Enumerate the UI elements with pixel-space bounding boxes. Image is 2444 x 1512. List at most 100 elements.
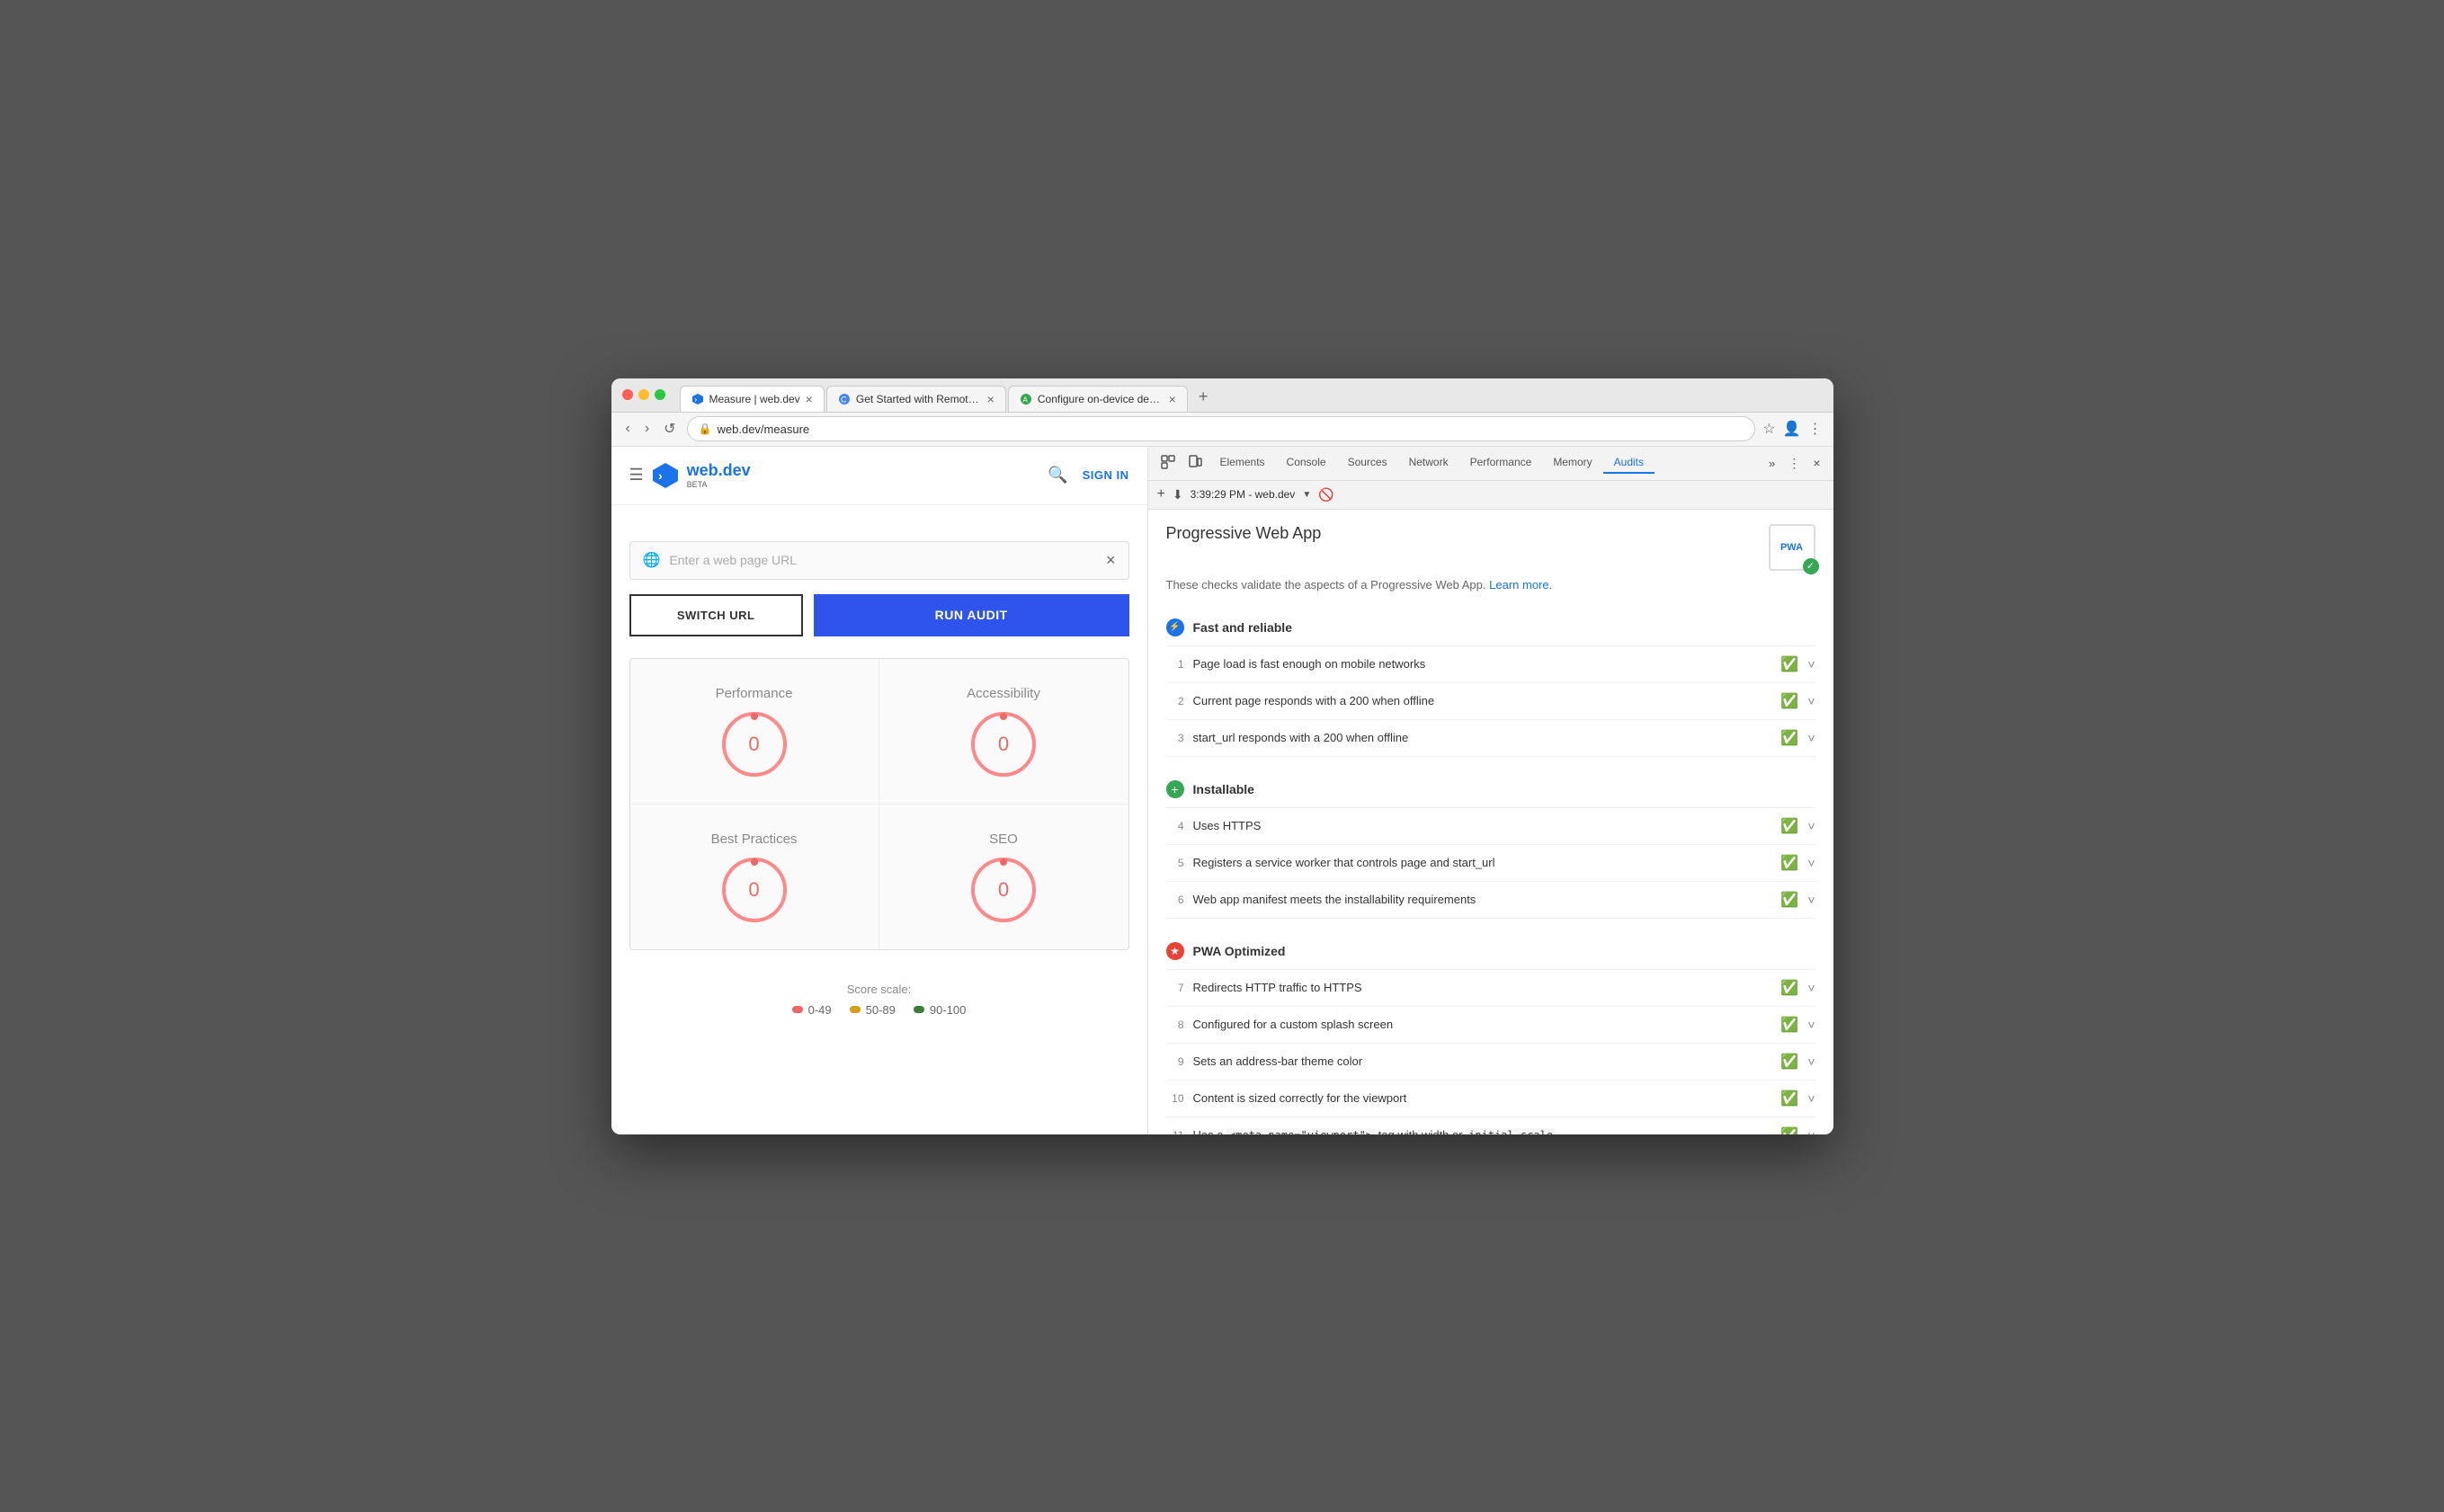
devtools-panel: Elements Console Sources Network Perform… [1148, 447, 1833, 1134]
devtools-stop-button[interactable]: 🚫 [1318, 487, 1333, 503]
tab-memory[interactable]: Memory [1542, 452, 1602, 474]
tab-audits[interactable]: Audits [1603, 452, 1655, 474]
title-bar: › Measure | web.dev × C Get Started with… [611, 378, 1833, 413]
score-dot-performance [751, 713, 758, 720]
audit-num-11: 11 [1166, 1129, 1184, 1134]
score-scale: Score scale: 0-49 50-89 90-100 [629, 968, 1129, 1031]
run-audit-button[interactable]: RUN AUDIT [814, 594, 1129, 636]
search-button[interactable]: 🔍 [1048, 466, 1067, 485]
devtools-download-button[interactable]: ⬇ [1173, 487, 1183, 503]
devtools-close-button[interactable]: × [1807, 452, 1825, 475]
tab-favicon-2: C [838, 393, 851, 405]
devtools-timestamp-dropdown[interactable]: ▼ [1302, 490, 1311, 500]
sign-in-button[interactable]: SIGN IN [1083, 468, 1129, 482]
account-icon[interactable]: 👤 [1783, 420, 1801, 438]
scale-dot-yellow [850, 1006, 861, 1013]
svg-text:›: › [694, 396, 697, 404]
audit-section-header-pwa: ★ PWA Optimized [1166, 933, 1815, 970]
audit-check-11: ✅ [1780, 1126, 1798, 1134]
audit-item-4: 4 Uses HTTPS ✅ ˅ [1166, 808, 1815, 845]
audit-section-fast: ⚡ Fast and reliable 1 Page load is fast … [1166, 609, 1815, 757]
audit-text-7: Redirects HTTP traffic to HTTPS [1193, 981, 1772, 994]
tab-sources[interactable]: Sources [1337, 452, 1398, 474]
audit-check-7: ✅ [1780, 979, 1798, 997]
bookmark-icon[interactable]: ☆ [1762, 420, 1775, 438]
audits-content: Progressive Web App PWA ✓ These checks v… [1148, 510, 1833, 1134]
tab-console[interactable]: Console [1276, 452, 1337, 474]
webdev-logo-icon: › [651, 461, 680, 490]
audit-section-installable: + Installable 4 Uses HTTPS ✅ ˅ 5 Registe… [1166, 771, 1815, 919]
score-circle-best-practices: 0 [722, 858, 787, 922]
score-label-seo: SEO [989, 832, 1018, 847]
audit-check-6: ✅ [1780, 891, 1798, 909]
audit-chevron-10[interactable]: ˅ [1807, 1091, 1815, 1106]
audit-item-11: 11 Has a <meta name="viewport"> tag with… [1166, 1117, 1815, 1134]
audit-chevron-11[interactable]: ˅ [1807, 1128, 1815, 1134]
audit-chevron-3[interactable]: ˅ [1807, 731, 1815, 745]
audit-item-6: 6 Web app manifest meets the installabil… [1166, 882, 1815, 919]
tab-performance[interactable]: Performance [1459, 452, 1543, 474]
refresh-button[interactable]: ↺ [660, 416, 679, 441]
audit-text-2: Current page responds with a 200 when of… [1193, 694, 1772, 707]
tab-elements[interactable]: Elements [1209, 452, 1276, 474]
audit-chevron-5[interactable]: ˅ [1807, 856, 1815, 870]
audit-section-pwa-optimized: ★ PWA Optimized 7 Redirects HTTP traffic… [1166, 933, 1815, 1134]
score-circle-seo: 0 [971, 858, 1036, 922]
tab-label-3: Configure on-device develope... [1038, 393, 1164, 405]
url-bar[interactable]: 🔒 web.dev/measure [687, 416, 1756, 441]
audit-chevron-1[interactable]: ˅ [1807, 657, 1815, 672]
audit-check-4: ✅ [1780, 817, 1798, 835]
hamburger-menu[interactable]: ☰ [629, 466, 644, 485]
devtools-inspect-button[interactable] [1155, 451, 1181, 476]
menu-icon[interactable]: ⋮ [1808, 420, 1823, 438]
devtools-tabs: Elements Console Sources Network Perform… [1209, 452, 1762, 474]
audit-chevron-4[interactable]: ˅ [1807, 819, 1815, 833]
tab-close-1[interactable]: × [806, 392, 813, 406]
scale-item-green: 90-100 [914, 1003, 966, 1017]
tab-close-3[interactable]: × [1169, 392, 1176, 406]
webdev-body: 🌐 Enter a web page URL × SWITCH URL RUN … [611, 505, 1147, 1049]
audit-actions: SWITCH URL RUN AUDIT [629, 594, 1129, 636]
browser-tab-1[interactable]: › Measure | web.dev × [680, 386, 825, 412]
url-input-placeholder[interactable]: Enter a web page URL [669, 553, 1106, 567]
audit-num-6: 6 [1166, 894, 1184, 906]
audit-section-header-installable: + Installable [1166, 771, 1815, 808]
browser-tab-2[interactable]: C Get Started with Remote Debu... × [826, 386, 1006, 412]
audit-chevron-9[interactable]: ˅ [1807, 1054, 1815, 1069]
audit-num-10: 10 [1166, 1092, 1184, 1105]
scale-dot-red [792, 1006, 803, 1013]
forward-button[interactable]: › [641, 417, 653, 440]
audit-text-6: Web app manifest meets the installabilit… [1193, 893, 1772, 906]
new-tab-button[interactable]: + [1190, 382, 1218, 412]
score-label-accessibility: Accessibility [967, 686, 1040, 701]
pwa-title: Progressive Web App [1166, 524, 1322, 543]
devtools-device-button[interactable] [1182, 451, 1208, 476]
devtools-settings-button[interactable]: ⋮ [1782, 452, 1806, 475]
audit-chevron-6[interactable]: ˅ [1807, 893, 1815, 907]
webdev-logo: ☰ › web.dev BETA [629, 461, 751, 490]
audit-chevron-7[interactable]: ˅ [1807, 981, 1815, 995]
clear-url-button[interactable]: × [1106, 551, 1116, 570]
audit-num-3: 3 [1166, 732, 1184, 744]
maximize-button[interactable] [655, 389, 665, 400]
devtools-more-tabs[interactable]: » [1763, 453, 1780, 474]
audit-check-8: ✅ [1780, 1016, 1798, 1034]
audit-num-9: 9 [1166, 1055, 1184, 1068]
webdev-logo-text: web.dev [687, 461, 751, 479]
audit-text-8: Configured for a custom splash screen [1193, 1018, 1772, 1031]
browser-window: › Measure | web.dev × C Get Started with… [611, 378, 1833, 1134]
pwa-learn-more[interactable]: Learn more. [1489, 578, 1552, 591]
devtools-add-button[interactable]: + [1157, 486, 1165, 503]
browser-tab-3[interactable]: A Configure on-device develope... × [1008, 386, 1188, 412]
minimize-button[interactable] [638, 389, 649, 400]
tab-label-1: Measure | web.dev [709, 393, 800, 405]
audit-chevron-8[interactable]: ˅ [1807, 1018, 1815, 1032]
switch-url-button[interactable]: SWITCH URL [629, 594, 803, 636]
back-button[interactable]: ‹ [622, 417, 634, 440]
close-button[interactable] [622, 389, 633, 400]
audit-chevron-2[interactable]: ˅ [1807, 694, 1815, 708]
score-scale-label: Score scale: [847, 983, 912, 996]
audit-text-10: Content is sized correctly for the viewp… [1193, 1091, 1772, 1105]
tab-close-2[interactable]: × [987, 392, 995, 406]
tab-network[interactable]: Network [1398, 452, 1459, 474]
